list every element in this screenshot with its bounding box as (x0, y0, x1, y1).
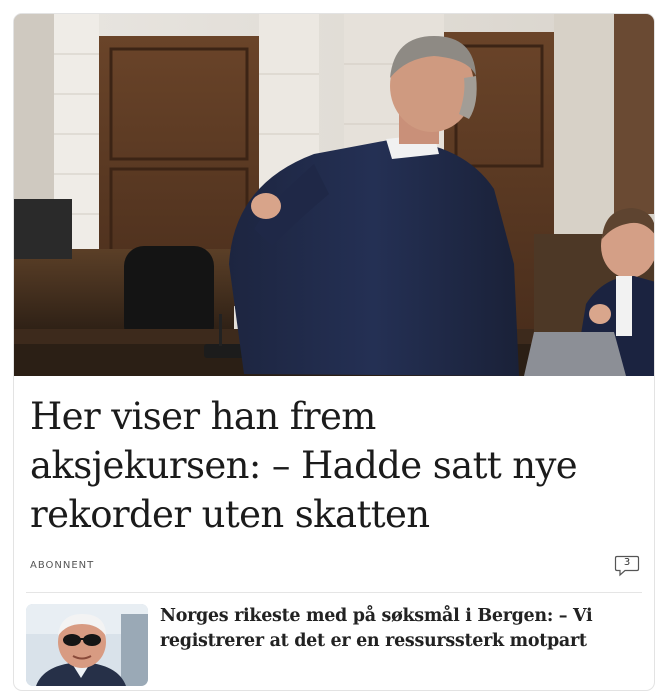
article-meta: ABONNENT 3 (30, 555, 640, 581)
hero-image[interactable] (14, 14, 654, 376)
subscriber-badge: ABONNENT (30, 560, 95, 571)
related-article-thumbnail[interactable] (26, 604, 148, 686)
related-article-title[interactable]: Norges rikeste med på søksmål i Bergen: … (160, 604, 600, 654)
article-card[interactable]: Her viser han frem aksjekursen: – Hadde … (13, 13, 655, 691)
article-headline[interactable]: Her viser han frem aksjekursen: – Hadde … (30, 392, 590, 539)
divider (26, 592, 642, 593)
related-article[interactable]: Norges rikeste med på søksmål i Bergen: … (26, 604, 642, 688)
comment-count: 3 (623, 557, 631, 568)
comments-button[interactable]: 3 (614, 555, 640, 579)
